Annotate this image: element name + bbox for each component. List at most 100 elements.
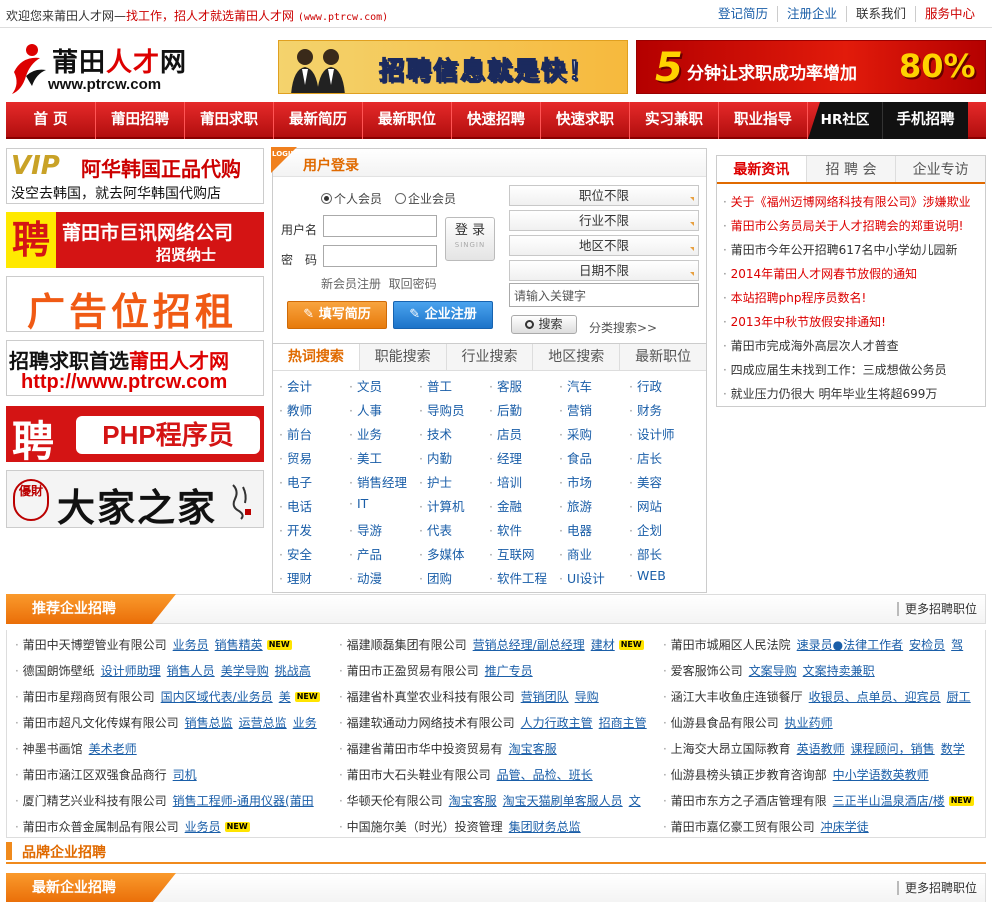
hot-word[interactable]: 商业 (559, 544, 629, 568)
company-name[interactable]: 福建省莆田市华中投资贸易有 (347, 742, 503, 756)
username-input[interactable] (323, 215, 437, 237)
job-link[interactable]: 推广专员 (485, 664, 533, 678)
ad-php-programmer[interactable]: 聘 PHP程序员 (6, 406, 264, 462)
company-name[interactable]: 莆田市众普金属制品有限公司 (23, 820, 179, 834)
company-name[interactable]: 仙游县食品有限公司 (671, 716, 779, 730)
job-link[interactable]: 设计师助理 (101, 664, 161, 678)
job-link[interactable]: 挑战高 (275, 664, 311, 678)
company-name[interactable]: 福建顺磊集团有限公司 (347, 638, 467, 652)
nav-quick-recruit[interactable]: 快速招聘 (452, 102, 541, 139)
job-link[interactable]: 课程顾问，销售 (851, 742, 935, 756)
tab-industry-search[interactable]: 行业搜索 (445, 344, 533, 370)
job-link[interactable]: 速录员●法律工作者 (797, 638, 903, 652)
job-link[interactable]: 运营总监 (239, 716, 287, 730)
tab-region-search[interactable]: 地区搜索 (532, 344, 619, 370)
hot-word[interactable]: 导游 (349, 520, 419, 544)
nav-quick-job-seek[interactable]: 快速求职 (541, 102, 630, 139)
job-link[interactable]: 美 (279, 690, 291, 704)
hot-word[interactable]: 电话 (279, 496, 349, 520)
hot-word[interactable]: 美工 (349, 448, 419, 472)
ad-ptrcw-promo[interactable]: 招聘求职首选莆田人才网 http://www.ptrcw.com (6, 340, 264, 396)
news-item[interactable]: 就业压力仍很大 明年毕业生将超699万 (723, 382, 985, 406)
hot-word[interactable]: 团购 (419, 568, 489, 592)
hot-word[interactable]: 理财 (279, 568, 349, 592)
hot-word[interactable]: UI设计 (559, 568, 629, 592)
job-link[interactable]: 中小学语数英教师 (833, 768, 929, 782)
job-link[interactable]: 国内区域代表/业务员 (161, 690, 273, 704)
hot-word[interactable]: 人事 (349, 400, 419, 424)
news-item[interactable]: 莆田市完成海外高层次人才普查 (723, 334, 985, 358)
nav-putian-recruit[interactable]: 莆田招聘 (96, 102, 185, 139)
hot-word[interactable]: 产品 (349, 544, 419, 568)
hot-word[interactable]: 店长 (629, 448, 699, 472)
hot-word[interactable]: 客服 (489, 376, 559, 400)
site-logo[interactable]: 莆田人才网 www.ptrcw.com (8, 40, 194, 98)
hot-word[interactable]: 美容 (629, 472, 699, 496)
radio-company-member[interactable]: 企业会员 (395, 190, 456, 207)
news-item[interactable]: 四成应届生未找到工作：三成想做公务员 (723, 358, 985, 382)
register-company-link[interactable]: 注册企业 (776, 6, 846, 22)
news-item[interactable]: 2014年莆田人才网春节放假的通知 (723, 262, 985, 286)
company-name[interactable]: 莆田市超凡文化传媒有限公司 (23, 716, 179, 730)
company-name[interactable]: 莆田市嘉亿豪工贸有限公司 (671, 820, 815, 834)
job-link[interactable]: 销售人员 (167, 664, 215, 678)
hot-word[interactable]: 软件 (489, 520, 559, 544)
hot-word[interactable]: 营销 (559, 400, 629, 424)
ad-space-for-rent[interactable]: 广告位招租 (6, 276, 264, 332)
hot-word[interactable]: 销售经理 (349, 472, 419, 496)
register-resume-link[interactable]: 登记简历 (709, 6, 777, 22)
ad-korea-shopping[interactable]: VIP 阿华韩国正品代购 没空去韩国，就去阿华韩国代购店 (6, 148, 264, 204)
job-link[interactable]: 建材 (591, 638, 615, 652)
nav-latest-jobs[interactable]: 最新职位 (363, 102, 452, 139)
job-link[interactable]: 文 (629, 794, 641, 808)
job-link[interactable]: 安检员 (909, 638, 945, 652)
hot-word[interactable]: 导购员 (419, 400, 489, 424)
ad-dajia-zhijia[interactable]: 優財 大家之家 (6, 470, 264, 528)
news-item[interactable]: 莆田市公务员局关于人才招聘会的郑重说明! (723, 214, 985, 238)
nav-latest-resume[interactable]: 最新简历 (274, 102, 363, 139)
hot-word[interactable]: 部长 (629, 544, 699, 568)
search-button[interactable]: 搜索 (511, 315, 577, 334)
job-link[interactable]: 厨工 (947, 690, 971, 704)
job-link[interactable]: 三正半山温泉酒店/楼 (833, 794, 945, 808)
nav-mobile-recruit[interactable]: 手机招聘 (882, 102, 968, 139)
hot-word[interactable]: 贸易 (279, 448, 349, 472)
job-link[interactable]: 业务员 (173, 638, 209, 652)
news-item[interactable]: 本站招聘php程序员数名! (723, 286, 985, 310)
nav-home[interactable]: 首 页 (6, 102, 96, 139)
job-link[interactable]: 业务员 (185, 820, 221, 834)
tab-company-interview[interactable]: 企业专访 (895, 156, 986, 182)
company-name[interactable]: 莆田中天博塑管业有限公司 (23, 638, 167, 652)
nav-internship[interactable]: 实习兼职 (630, 102, 719, 139)
job-link[interactable]: 集团财务总监 (509, 820, 581, 834)
hot-word[interactable]: 采购 (559, 424, 629, 448)
nav-putian-job-seek[interactable]: 莆田求职 (185, 102, 274, 139)
login-button[interactable]: 登 录 SINGIN (445, 217, 495, 261)
news-item[interactable]: 关于《福州迈博网络科技有限公司》涉嫌欺业 (723, 190, 985, 214)
hot-word[interactable]: 普工 (419, 376, 489, 400)
company-name[interactable]: 莆田市涵江区双强食品商行 (23, 768, 167, 782)
job-link[interactable]: 销售工程师-通用仪器(莆田 (173, 794, 314, 808)
job-link[interactable]: 营销总经理/副总经理 (473, 638, 585, 652)
hot-word[interactable]: 电子 (279, 472, 349, 496)
hot-word[interactable]: 文员 (349, 376, 419, 400)
company-name[interactable]: 涵江大丰收鱼庄连锁餐厅 (671, 690, 803, 704)
job-link[interactable]: 司机 (173, 768, 197, 782)
hot-word[interactable]: 设计师 (629, 424, 699, 448)
job-link[interactable]: 招商主管 (599, 716, 647, 730)
hot-word[interactable]: 财务 (629, 400, 699, 424)
job-link[interactable]: 英语教师 (797, 742, 845, 756)
news-item[interactable]: 莆田市今年公开招聘617名中小学幼儿园新 (723, 238, 985, 262)
radio-personal-member[interactable]: 个人会员 (321, 190, 382, 207)
job-link[interactable]: 美学导购 (221, 664, 269, 678)
tab-function-search[interactable]: 职能搜索 (358, 344, 446, 370)
select-industry[interactable]: 行业不限 (509, 210, 699, 231)
job-link[interactable]: 驾 (951, 638, 963, 652)
company-name[interactable]: 莆田市正盈贸易有限公司 (347, 664, 479, 678)
banner-success-rate[interactable]: 5 分钟让求职成功率增加 80% (636, 40, 986, 94)
banner-recruit-fast[interactable]: 招聘信息就是快！ (278, 40, 628, 94)
select-region[interactable]: 地区不限 (509, 235, 699, 256)
password-input[interactable] (323, 245, 437, 267)
news-item[interactable]: 2013年中秋节放假安排通知! (723, 310, 985, 334)
job-link[interactable]: 销售精英 (215, 638, 263, 652)
